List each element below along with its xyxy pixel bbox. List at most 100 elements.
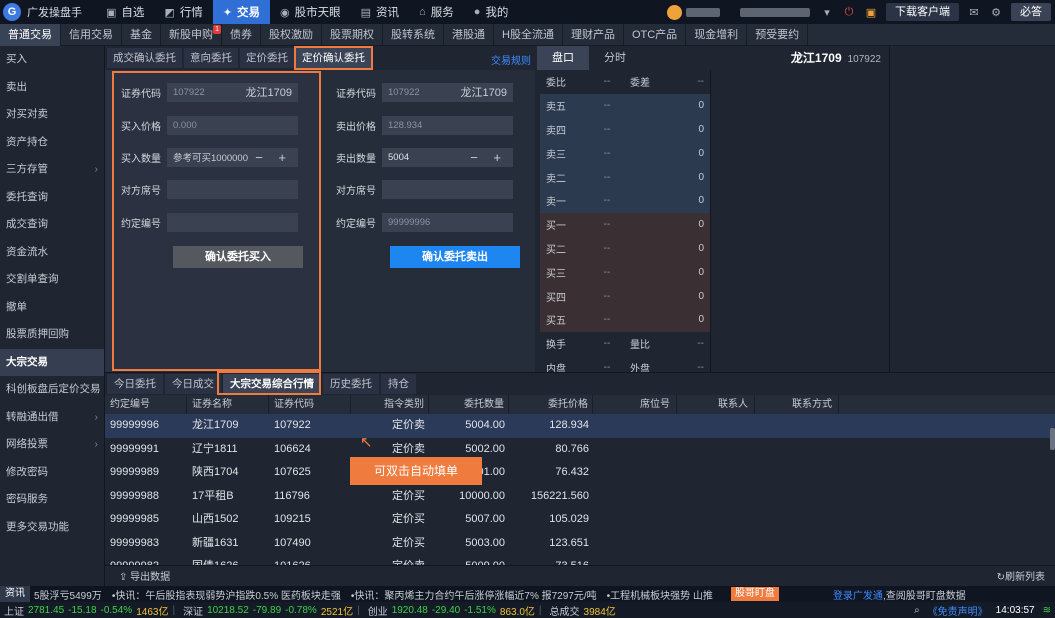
sell-price-input[interactable]: 128.934 (382, 115, 513, 135)
column-header[interactable]: 席位号 (593, 395, 677, 414)
table-row[interactable]: 99999996 龙江1709 107922 定价卖 5004.00 128.934 (105, 414, 1055, 438)
tab-positions[interactable]: 持仓 (381, 373, 416, 394)
tab-3[interactable]: 新股申购 1 (161, 24, 222, 46)
tab-7[interactable]: 股转系统 (383, 24, 444, 46)
sell-code-input[interactable]: 107922 龙江1709 (382, 82, 513, 102)
confirm-sell-button[interactable]: 确认委托卖出 (390, 246, 520, 268)
bid-level-row[interactable]: 买一 -- 0 (540, 212, 710, 237)
tab-9[interactable]: H股全流通 (494, 24, 563, 46)
table-row[interactable]: 99999983 新疆1631 107490 定价买 5003.00 123.651 (105, 532, 1055, 556)
sidebar-item-14[interactable]: 网络投票 › (0, 431, 104, 459)
lock-icon[interactable]: ▣ (860, 6, 882, 19)
sidebar-item-0[interactable]: 买入 (0, 46, 104, 74)
sell-seat-input[interactable] (382, 179, 513, 199)
tab-6[interactable]: 股票期权 (322, 24, 383, 46)
tab-1[interactable]: 信用交易 (61, 24, 122, 46)
sidebar-item-16[interactable]: 密码服务 (0, 486, 104, 514)
tab-today-orders[interactable]: 今日委托 (107, 373, 163, 394)
tab-history-orders[interactable]: 历史委托 (323, 373, 379, 394)
column-header[interactable]: 联系人 (677, 395, 755, 414)
column-header[interactable]: 委托价格 (509, 395, 593, 414)
table-row[interactable]: 99999991 辽宁1811 106624 定价卖 5002.00 80.766 (105, 438, 1055, 462)
tab-2[interactable]: 基金 (122, 24, 161, 46)
nav-news[interactable]: ▤ 资讯 (351, 0, 409, 24)
news-item[interactable]: •快讯：午后股指表现弱势沪指跌0.5% 医药板块走强 (112, 587, 341, 602)
tab-intent-order[interactable]: 意向委托 (184, 48, 238, 68)
tab-deal-confirm-order[interactable]: 成交确认委托 (107, 48, 182, 68)
sidebar-item-12[interactable]: 科创板盘后定价交易 (0, 376, 104, 404)
tab-13[interactable]: 预受要约 (747, 24, 809, 46)
search-icon[interactable]: ⌕ (914, 605, 920, 616)
sidebar-item-10[interactable]: 股票质押回购 (0, 321, 104, 349)
column-header[interactable]: 证券代码 (269, 395, 351, 414)
nav-mine[interactable]: ● 我的 (464, 0, 519, 24)
column-header[interactable]: 指令类别 (351, 395, 429, 414)
disclaimer-link[interactable]: 《免责声明》 (928, 603, 988, 618)
sell-qty-stepper[interactable]: 5004− + (382, 147, 513, 167)
sidebar-item-15[interactable]: 修改密码 (0, 459, 104, 487)
nav-watchlist[interactable]: ▣ 自选 (96, 0, 154, 24)
sidebar-item-2[interactable]: 对买对卖 (0, 101, 104, 129)
bid-level-row[interactable]: 买二 -- 0 (540, 236, 710, 261)
download-client-button[interactable]: 下载客户端 (886, 3, 959, 21)
ask-level-row[interactable]: 卖五 -- 0 (540, 93, 710, 118)
sidebar-item-17[interactable]: 更多交易功能 (0, 514, 104, 542)
sidebar-item-8[interactable]: 交割单查询 (0, 266, 104, 294)
tab-12[interactable]: 现金增利 (686, 24, 748, 46)
power-icon[interactable]: ⏻ (838, 6, 860, 19)
news-tag[interactable]: 资讯 (0, 586, 30, 602)
sidebar-item-13[interactable]: 转融通出借 › (0, 404, 104, 432)
bid-level-row[interactable]: 买五 -- 0 (540, 307, 710, 332)
table-row[interactable]: 99999989陕西1704107625定价卖5001.0076.432 (105, 461, 1055, 485)
ask-level-row[interactable]: 卖一 -- 0 (540, 188, 710, 213)
tab-intraday[interactable]: 分时 (589, 46, 641, 70)
trading-rules-link[interactable]: 交易规则 (491, 52, 531, 67)
tab-11[interactable]: OTC产品 (624, 24, 687, 46)
sidebar-item-1[interactable]: 卖出 (0, 74, 104, 102)
sidebar-item-9[interactable]: 撤单 (0, 294, 104, 322)
avatar[interactable] (667, 4, 682, 20)
nav-market[interactable]: ◩ 行情 (154, 0, 212, 24)
column-header[interactable]: 证券名称 (187, 395, 269, 414)
sidebar-item-6[interactable]: 成交查询 (0, 211, 104, 239)
must-answer-button[interactable]: 必答 (1011, 3, 1051, 21)
column-header[interactable]: 联系方式 (755, 395, 839, 414)
ask-level-row[interactable]: 卖三 -- 0 (540, 141, 710, 166)
tab-today-deals[interactable]: 今日成交 (165, 373, 221, 394)
sell-contract-input[interactable]: 99999996 (382, 212, 513, 232)
scrollbar[interactable] (1050, 428, 1055, 450)
chevron-down-icon[interactable]: ▾ (816, 6, 838, 19)
sidebar-item-11[interactable]: 大宗交易 (0, 348, 104, 376)
news-item[interactable]: •快讯：聚丙烯主力合约午后涨停涨幅近7% 报7297元/吨 (351, 587, 597, 602)
bid-level-row[interactable]: 买三 -- 0 (540, 260, 710, 285)
sidebar-item-3[interactable]: 资产持仓 (0, 129, 104, 157)
qty-stepper-buttons[interactable]: − + (470, 150, 507, 165)
sidebar-item-4[interactable]: 三方存管 › (0, 156, 104, 184)
nav-service[interactable]: ⌂ 服务 (409, 0, 464, 24)
tab-5[interactable]: 股权激励 (261, 24, 322, 46)
nav-sky-eye[interactable]: ◉ 股市天眼 (270, 0, 351, 24)
table-row[interactable]: 99999985 山西1502 109215 定价买 5007.00 105.029 (105, 508, 1055, 532)
ask-level-row[interactable]: 卖四 -- 0 (540, 117, 710, 142)
tab-0[interactable]: 普通交易 (0, 24, 61, 46)
login-link[interactable]: 登录广发通 (833, 591, 883, 602)
news-item[interactable]: •工程机械板块强势 山推 (607, 587, 713, 602)
nav-trade[interactable]: ✦ 交易 (212, 0, 271, 24)
ask-level-row[interactable]: 卖二 -- 0 (540, 165, 710, 189)
tab-8[interactable]: 港股通 (444, 24, 494, 46)
stock-watch-tag[interactable]: 股哥盯盘 (730, 587, 779, 601)
tab-fixed-price-confirm-order[interactable]: 定价确认委托 (294, 46, 373, 70)
tab-fixed-price-order[interactable]: 定价委托 (240, 48, 294, 68)
export-data-button[interactable]: ⇪ 导出数据 (119, 568, 170, 583)
mail-icon[interactable]: ✉ (963, 6, 985, 19)
column-header[interactable]: 约定编号 (105, 395, 187, 414)
tab-order-book[interactable]: 盘口 (537, 46, 589, 70)
news-item[interactable]: 5股浮亏5499万 (34, 587, 102, 602)
sidebar-item-5[interactable]: 委托查询 (0, 184, 104, 212)
sidebar-item-7[interactable]: 资金流水 (0, 239, 104, 267)
column-header[interactable]: 委托数量 (429, 395, 509, 414)
table-row[interactable]: 99999988 17平租B 116796 定价买 10000.00 156221.560 (105, 485, 1055, 509)
bid-level-row[interactable]: 买四 -- 0 (540, 284, 710, 308)
gear-icon[interactable]: ⚙ (985, 6, 1007, 19)
tab-10[interactable]: 理财产品 (563, 24, 624, 46)
